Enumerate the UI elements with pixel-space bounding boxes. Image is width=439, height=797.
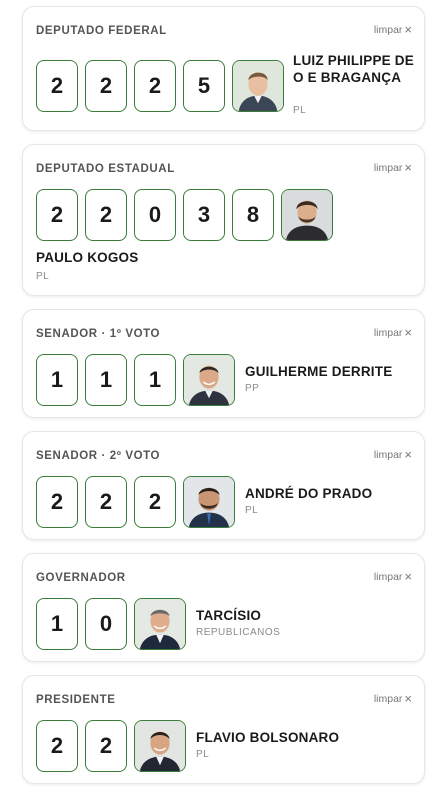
candidate-party: PL [196,749,210,760]
clear-button[interactable]: limpar × [373,22,412,37]
clear-button[interactable]: limpar × [373,691,412,706]
digit-box[interactable]: 2 [36,720,78,772]
close-icon: × [404,569,412,584]
clear-button[interactable]: limpar × [373,160,412,175]
candidate-party: PP [245,383,260,394]
person-icon [233,61,283,111]
person-icon [135,721,185,771]
digit-box[interactable]: 2 [36,189,78,241]
number-digits: 1 1 1 [36,354,176,406]
candidate-photo [134,598,186,650]
candidate-photo [183,354,235,406]
close-icon: × [404,691,412,706]
digit-box[interactable]: 2 [85,476,127,528]
digit-box[interactable]: 1 [36,354,78,406]
digit-box[interactable]: 8 [232,189,274,241]
clear-button[interactable]: limpar × [373,325,412,340]
number-digits: 2 2 [36,720,127,772]
ballot-card-senador-1: SENADOR · 1º VOTO limpar × 1 1 1 GUILHER… [22,309,425,418]
ballot-card-deputado-estadual: DEPUTADO ESTADUAL limpar × 2 2 0 3 8 PAU… [22,144,425,296]
number-digits: 2 2 2 [36,476,176,528]
number-digits: 2 2 2 5 [36,60,225,112]
digit-box[interactable]: 1 [85,354,127,406]
candidate-photo [134,720,186,772]
number-digits: 2 2 0 3 8 [36,189,274,241]
candidate-party: PL [293,105,307,116]
ballot-card-senador-2: SENADOR · 2º VOTO limpar × 2 2 2 ANDRÉ D… [22,431,425,540]
ballot-card-governador: GOVERNADOR limpar × 1 0 TARCÍSIO REPUBLI… [22,553,425,662]
close-icon: × [404,447,412,462]
candidate-photo [232,60,284,112]
digit-box[interactable]: 2 [134,60,176,112]
candidate-name: LUIZ PHILIPPE DE O E BRAGANÇA [293,53,414,85]
person-icon [282,190,332,240]
digit-box[interactable]: 0 [85,598,127,650]
candidate-name: FLAVIO BOLSONARO [196,730,340,745]
ballot-card-deputado-federal: DEPUTADO FEDERAL limpar × 2 2 2 5 LUIZ P… [22,6,425,131]
role-title: SENADOR · 2º VOTO [36,450,161,462]
digit-box[interactable]: 2 [36,476,78,528]
clear-label: limpar [373,449,403,461]
digit-box[interactable]: 2 [134,476,176,528]
number-digits: 1 0 [36,598,127,650]
close-icon: × [404,325,412,340]
role-title: DEPUTADO ESTADUAL [36,163,175,175]
clear-label: limpar [373,571,403,583]
clear-label: limpar [373,24,403,36]
digit-box[interactable]: 0 [134,189,176,241]
candidate-party: REPUBLICANOS [196,627,281,638]
person-icon [135,599,185,649]
candidate-name: TARCÍSIO [196,608,262,623]
digit-box[interactable]: 2 [36,60,78,112]
digit-box[interactable]: 2 [85,189,127,241]
digit-box[interactable]: 2 [85,60,127,112]
candidate-party: PL [245,505,259,516]
candidate-photo [183,476,235,528]
candidate-name: GUILHERME DERRITE [245,364,393,379]
candidate-name: ANDRÉ DO PRADO [245,486,373,501]
clear-label: limpar [373,693,403,705]
digit-box[interactable]: 1 [36,598,78,650]
role-title: GOVERNADOR [36,572,126,584]
ballot-card-presidente: PRESIDENTE limpar × 2 2 FLAVIO BOLSONARO… [22,675,425,784]
close-icon: × [404,160,412,175]
close-icon: × [404,22,412,37]
candidate-name: PAULO KOGOS [36,250,139,265]
role-title: SENADOR · 1º VOTO [36,328,161,340]
candidate-party: PL [36,271,50,282]
candidate-photo [281,189,333,241]
clear-label: limpar [373,327,403,339]
role-title: PRESIDENTE [36,694,116,706]
person-icon [184,477,234,527]
person-icon [184,355,234,405]
digit-box[interactable]: 1 [134,354,176,406]
role-title: DEPUTADO FEDERAL [36,25,167,37]
digit-box[interactable]: 5 [183,60,225,112]
clear-label: limpar [373,162,403,174]
clear-button[interactable]: limpar × [373,569,412,584]
clear-button[interactable]: limpar × [373,447,412,462]
digit-box[interactable]: 3 [183,189,225,241]
digit-box[interactable]: 2 [85,720,127,772]
